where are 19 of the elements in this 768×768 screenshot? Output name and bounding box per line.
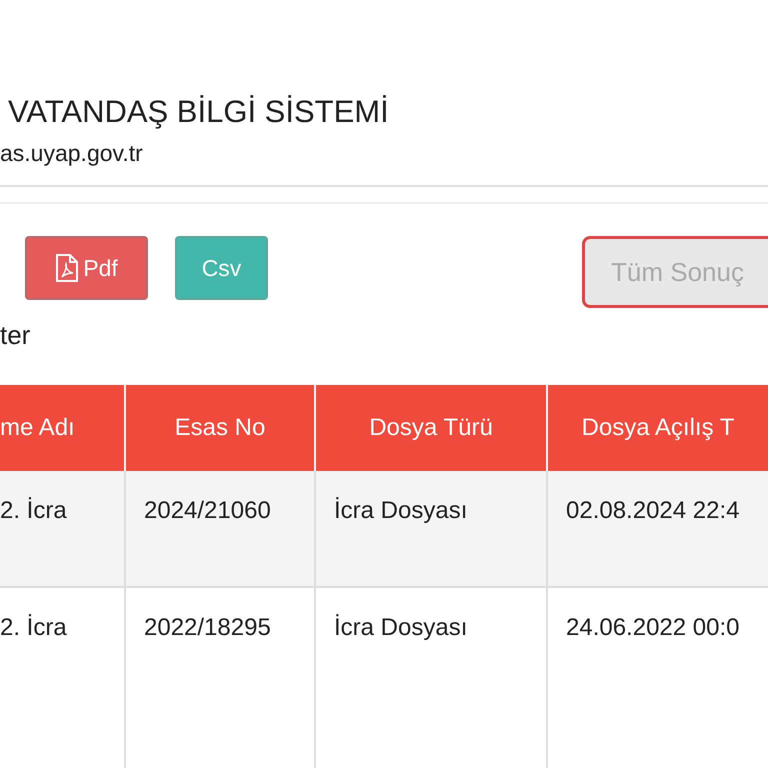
- table-cell: 2. İcra: [0, 471, 125, 587]
- column-header[interactable]: Esas No: [125, 385, 315, 471]
- table-cell: İcra Dosyası: [315, 471, 547, 587]
- filter-label: ter: [0, 320, 32, 350]
- table-cell: 02.08.2024 22:4: [547, 471, 768, 587]
- column-header[interactable]: Dosya Açılış T: [547, 385, 768, 471]
- pdf-file-icon: [55, 254, 80, 282]
- table-cell: 2. İcra: [0, 587, 125, 768]
- table-cell: 2022/18295: [125, 587, 315, 768]
- page-title: VATANDAŞ BİLGİ SİSTEMİ: [7, 93, 390, 131]
- site-address: as.uyap.gov.tr: [0, 139, 144, 168]
- search-field[interactable]: Tüm Sonuç: [582, 236, 768, 308]
- table-cell: 24.06.2022 00:0: [547, 587, 768, 768]
- table-cell: İcra Dosyası: [315, 587, 547, 768]
- pdf-button[interactable]: Pdf: [25, 236, 148, 300]
- column-header[interactable]: me Adı: [0, 385, 125, 471]
- column-header[interactable]: Dosya Türü: [315, 385, 547, 471]
- table-cell: 2024/21060: [125, 471, 315, 587]
- csv-button[interactable]: Csv: [175, 236, 268, 300]
